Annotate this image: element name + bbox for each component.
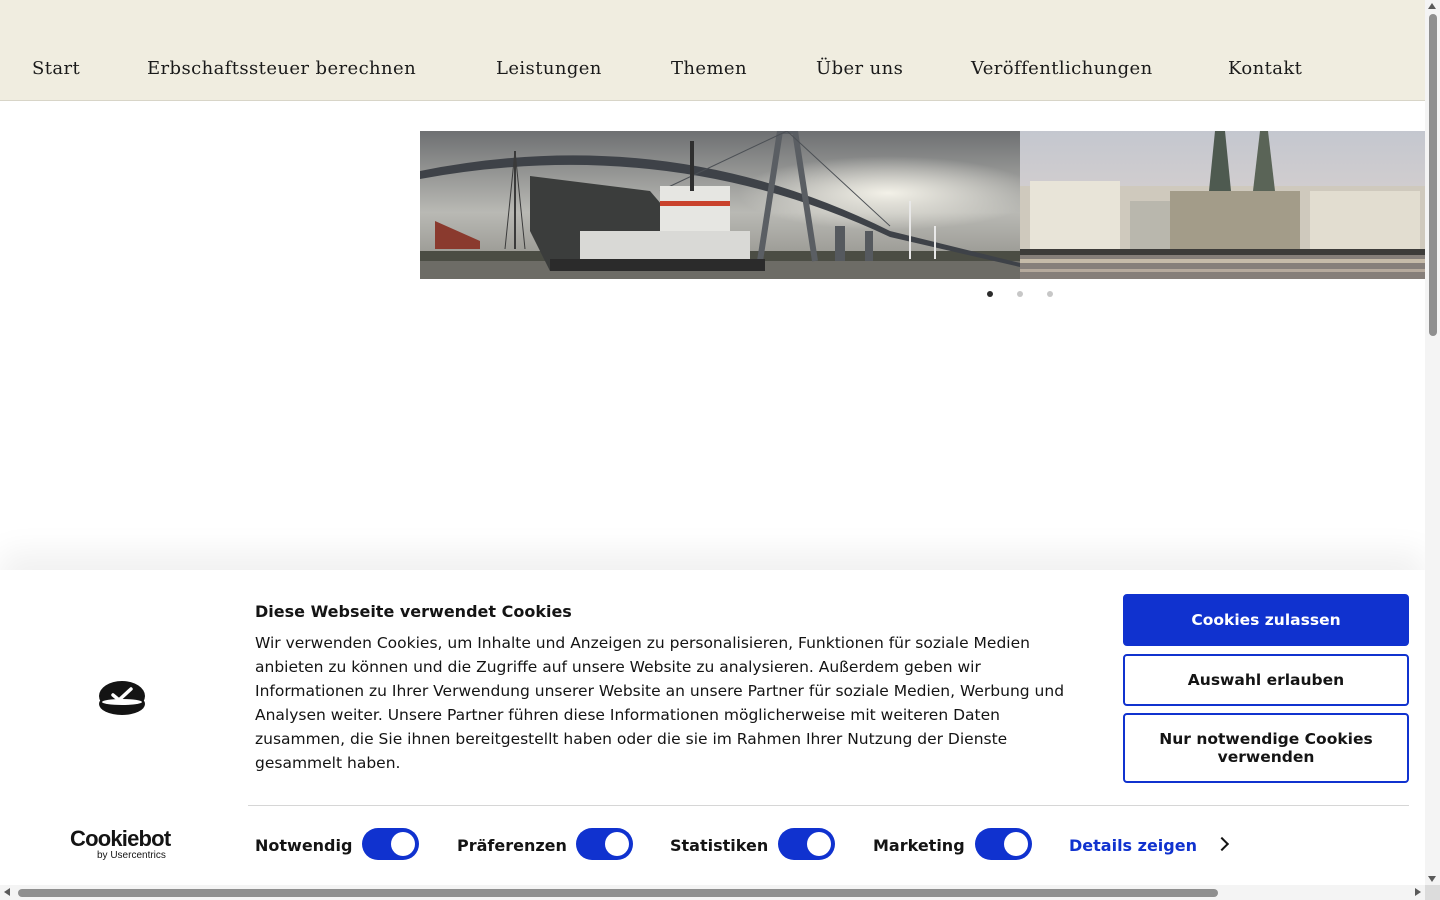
nav-item-veroeffentlichungen[interactable]: Veröffentlichungen — [971, 58, 1153, 79]
toggle-notwendig[interactable] — [362, 828, 419, 860]
toggle-knob — [391, 832, 415, 856]
toggle-label-praeferenzen: Präferenzen — [457, 836, 567, 855]
slider-dot-2[interactable] — [1017, 291, 1023, 297]
allow-selection-button[interactable]: Auswahl erlauben — [1123, 654, 1409, 706]
cookie-title: Diese Webseite verwendet Cookies — [255, 602, 572, 621]
chevron-right-icon — [1214, 836, 1230, 852]
slider-dot-1[interactable] — [987, 291, 993, 297]
nav-item-kontakt[interactable]: Kontakt — [1228, 58, 1302, 79]
brand-sub: by Usercentrics — [97, 850, 166, 861]
cookiebot-brand[interactable]: Cookiebot by Usercentrics — [70, 828, 180, 862]
toggle-praeferenzen[interactable] — [576, 828, 633, 860]
nav-item-themen[interactable]: Themen — [671, 58, 747, 79]
cookie-description: Wir verwenden Cookies, um Inhalte und An… — [255, 634, 1065, 772]
scrollbar-thumb[interactable] — [18, 889, 1218, 897]
vertical-scrollbar[interactable] — [1425, 0, 1440, 885]
scrollbar-thumb[interactable] — [1429, 14, 1437, 336]
image-slider[interactable] — [420, 131, 1425, 279]
nav-item-start[interactable]: Start — [32, 58, 80, 79]
toggle-statistiken[interactable] — [778, 828, 835, 860]
details-label: Details zeigen — [1069, 836, 1197, 855]
scroll-up-icon[interactable] — [1428, 3, 1436, 9]
toggle-knob — [1004, 832, 1028, 856]
brand-name: Cookiebot — [70, 826, 171, 851]
slider-dot-3[interactable] — [1047, 291, 1053, 297]
nav-item-leistungen[interactable]: Leistungen — [496, 58, 602, 79]
site-header: Start Erbschaftssteuer berechnen Leistun… — [0, 0, 1425, 101]
horizontal-scrollbar[interactable] — [0, 885, 1425, 900]
toggle-label-marketing: Marketing — [873, 836, 965, 855]
cookiebot-logo-icon — [99, 681, 145, 715]
toggle-label-statistiken: Statistiken — [670, 836, 769, 855]
toggle-marketing[interactable] — [975, 828, 1032, 860]
details-link[interactable]: Details zeigen — [1069, 836, 1230, 855]
toggle-knob — [605, 832, 629, 856]
cookie-consent-banner: Cookiebot by Usercentrics Diese Webseite… — [0, 570, 1425, 900]
toggle-knob — [807, 832, 831, 856]
slide-harbor-image — [420, 131, 1020, 279]
slide-cityhall-image — [1020, 131, 1425, 279]
nav-item-erbschaftssteuer[interactable]: Erbschaftssteuer berechnen — [147, 58, 416, 79]
nav-item-ueber-uns[interactable]: Über uns — [816, 58, 903, 79]
allow-all-button[interactable]: Cookies zulassen — [1123, 594, 1409, 646]
scroll-down-icon[interactable] — [1428, 876, 1436, 882]
divider — [248, 805, 1409, 806]
toggle-label-notwendig: Notwendig — [255, 836, 353, 855]
necessary-only-button[interactable]: Nur notwendige Cookies verwenden — [1123, 713, 1409, 783]
scroll-left-icon[interactable] — [4, 888, 10, 896]
scrollbar-corner — [1425, 885, 1440, 900]
scroll-right-icon[interactable] — [1415, 888, 1421, 896]
